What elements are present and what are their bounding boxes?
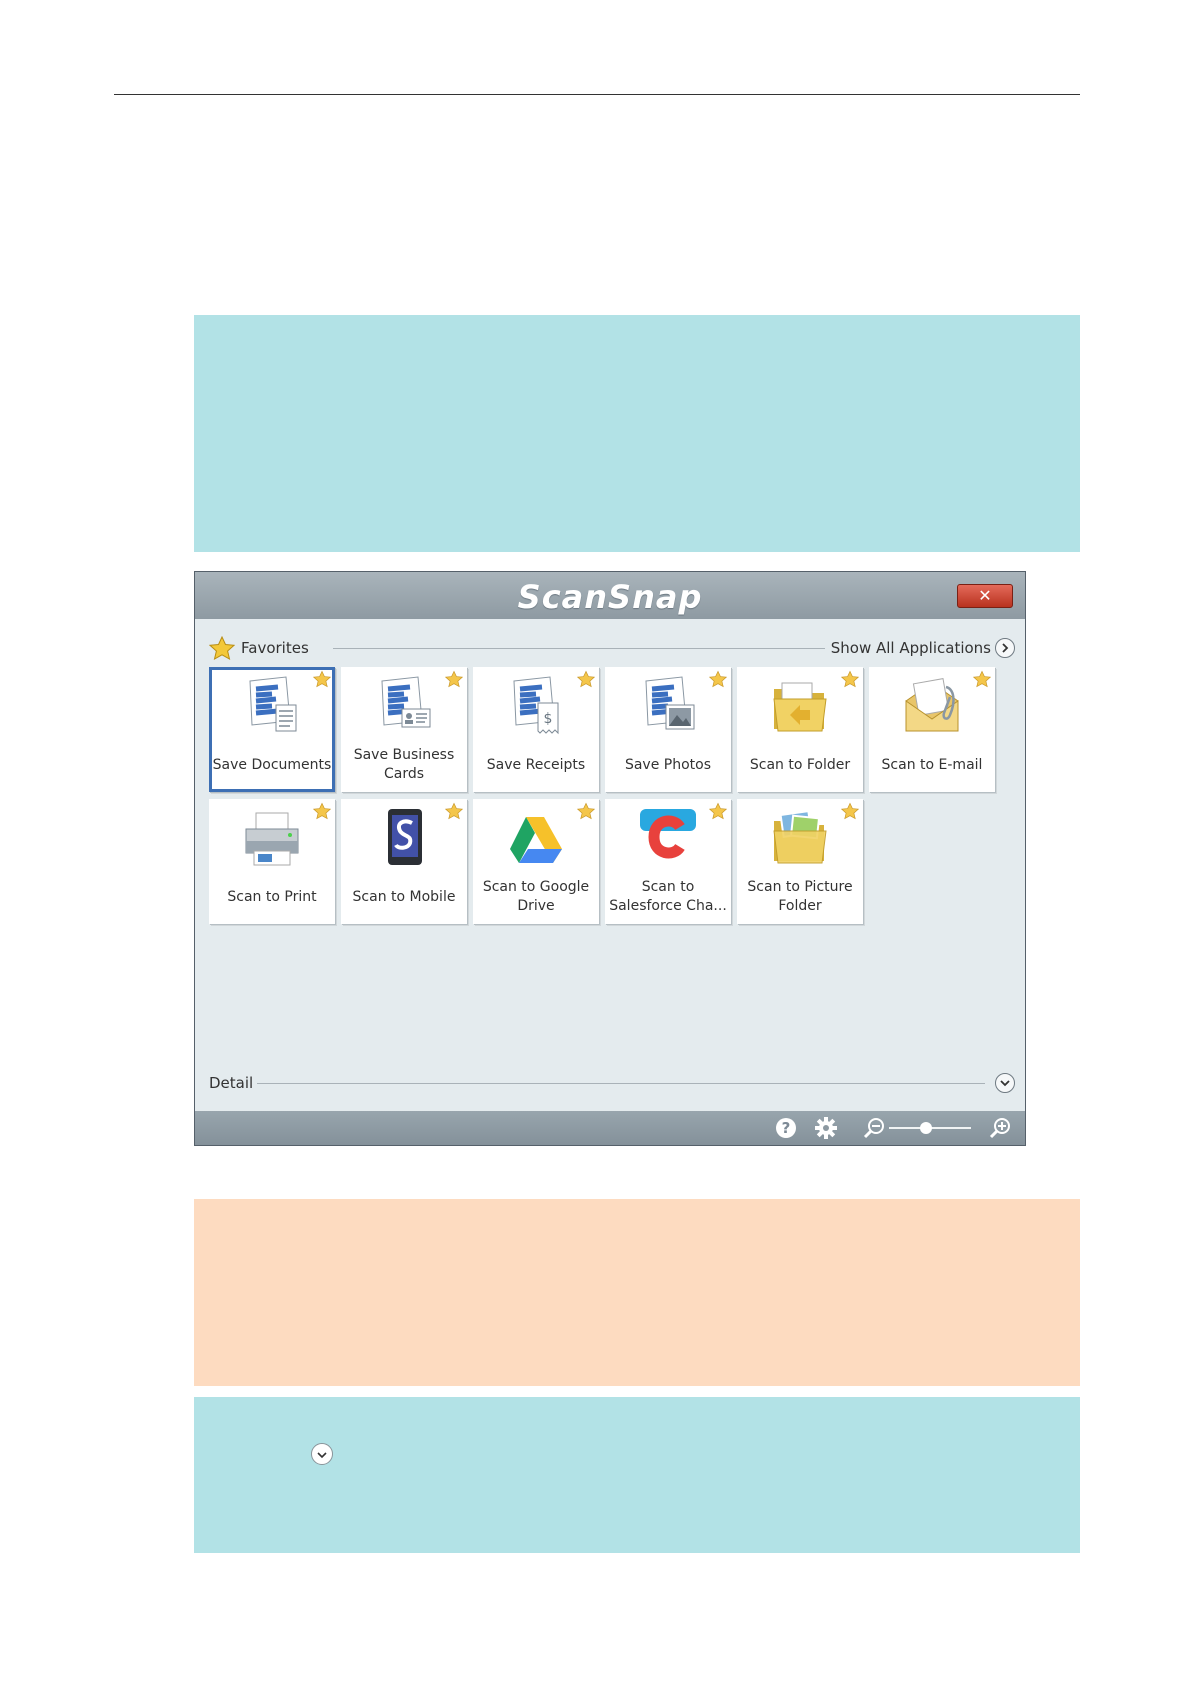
favorite-star-icon[interactable] [577,802,595,820]
app-tile-scan-to-picture-folder[interactable]: Scan to Picture Folder [737,799,863,924]
detail-expand-button[interactable] [995,1073,1015,1093]
mobile-icon [388,809,422,865]
printer-icon [245,812,299,866]
favorite-star-icon[interactable] [709,670,727,688]
detail-label: Detail [209,1074,254,1092]
app-tile-scan-to-email[interactable]: Scan to E-mail [869,667,995,792]
header-rule [114,94,1080,95]
app-tile-scan-to-folder[interactable]: Scan to Folder [737,667,863,792]
favorite-star-icon[interactable] [313,670,331,688]
help-icon[interactable]: ? [775,1117,797,1139]
tile-label: Scan to Print [227,888,317,905]
chevron-down-icon [317,1452,327,1459]
tile-label: Save Photos [624,756,712,773]
zoom-out-icon[interactable] [863,1117,885,1139]
favorites-header: Favorites Show All Applications [209,636,1017,660]
zoom-slider-handle[interactable] [920,1122,932,1134]
app-logo: ScanSnap [517,578,703,616]
favorite-star-icon[interactable] [841,802,859,820]
favorite-star-icon[interactable] [445,670,463,688]
zoom-in-icon[interactable] [989,1117,1011,1139]
close-button[interactable]: ✕ [957,584,1013,608]
chevron-down-icon [1000,1080,1010,1087]
favorite-star-icon[interactable] [709,802,727,820]
save-documents-icon [249,676,297,732]
email-icon [905,678,959,732]
tile-label: Scan to Picture Folder [747,879,853,914]
svg-text:?: ? [782,1119,791,1137]
favorite-star-icon[interactable] [313,802,331,820]
favorite-star-icon[interactable] [973,670,991,688]
save-business-cards-icon [381,676,431,728]
tile-label: Scan to E-mail [881,756,983,773]
app-tile-save-photos[interactable]: Save Photos [605,667,731,792]
chevron-right-icon [1002,643,1009,653]
save-receipts-icon: $ [513,676,559,735]
title-bar: ScanSnap ✕ [195,572,1025,619]
tile-label: Scan to Folder [749,756,851,773]
app-tile-scan-to-salesforce-chatter[interactable]: Scan to Salesforce Cha... [605,799,731,924]
favorite-star-icon[interactable] [841,670,859,688]
salesforce-chatter-icon [640,809,696,865]
favorites-label: Favorites [241,639,309,657]
show-all-applications-button[interactable] [995,638,1015,658]
app-tile-scan-to-print[interactable]: Scan to Print [209,799,335,924]
hint-box [194,315,1080,552]
gear-icon[interactable] [815,1117,837,1139]
favorites-divider [333,648,825,649]
tile-label: Save Receipts [486,756,586,773]
tile-label: Scan to Salesforce Cha... [609,879,727,914]
save-photos-icon [645,676,695,730]
app-tile-save-receipts[interactable]: $ Save Receipts [473,667,599,792]
app-tile-save-business-cards[interactable]: Save Business Cards [341,667,467,792]
scansnap-quick-menu-window: ScanSnap ✕ Favorites Show All Applicatio… [194,571,1026,1146]
favorites-star-icon [209,636,235,660]
picture-folder-icon [773,810,827,864]
tile-label: Scan to Mobile [352,888,456,905]
tile-label: Save Documents [212,756,332,773]
show-all-applications-link[interactable]: Show All Applications [831,639,991,657]
tile-label: Save Business Cards [353,747,455,782]
note-box [194,1199,1080,1386]
folder-icon [773,682,827,732]
favorite-star-icon[interactable] [577,670,595,688]
app-tile-save-documents[interactable]: Save Documents [209,667,335,792]
app-tile-scan-to-mobile[interactable]: Scan to Mobile [341,799,467,924]
hint-box-detail [194,1397,1080,1553]
bottom-toolbar: ? [195,1111,1025,1145]
detail-divider [257,1083,985,1084]
detail-header: Detail [209,1071,1017,1095]
favorite-star-icon[interactable] [445,802,463,820]
svg-text:$: $ [544,711,553,727]
google-drive-icon [510,817,562,863]
inline-expand-button-image [311,1443,333,1465]
tile-label: Scan to Google Drive [482,879,590,914]
app-tile-scan-to-google-drive[interactable]: Scan to Google Drive [473,799,599,924]
